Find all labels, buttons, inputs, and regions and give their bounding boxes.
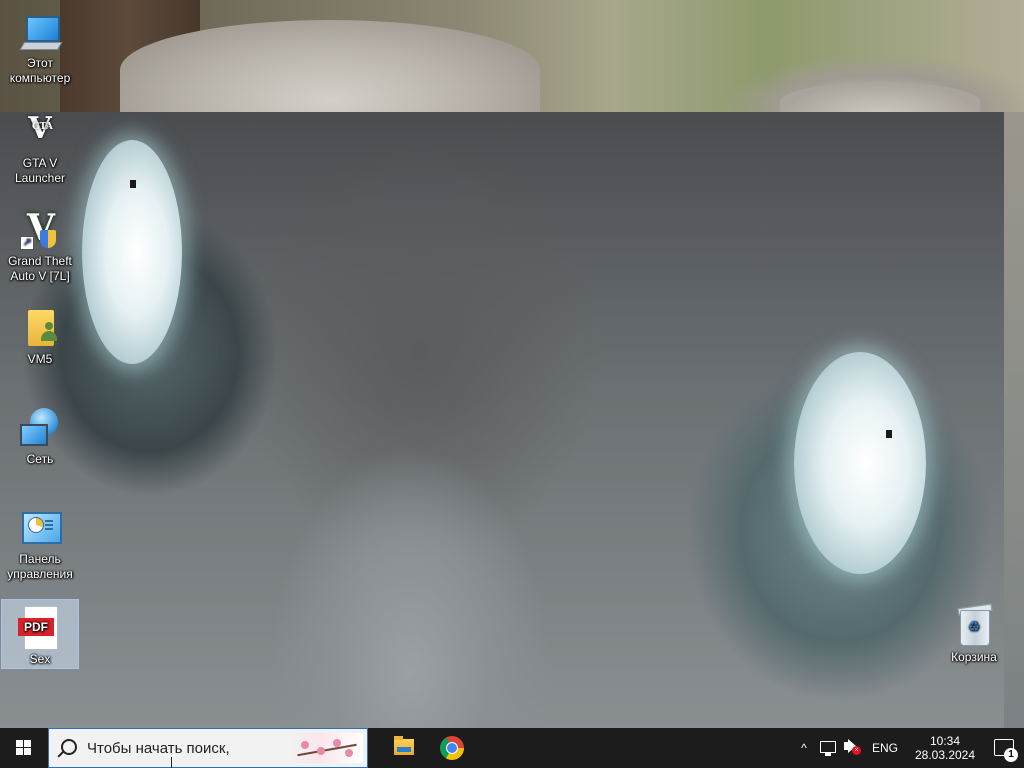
uac-shield-icon — [40, 230, 56, 248]
gta-v-launcher-icon: GTA V — [28, 111, 53, 146]
windows-logo-icon — [16, 740, 32, 756]
computer-icon — [18, 10, 63, 54]
muted-badge-icon: × — [851, 746, 861, 755]
koala-eye-left — [82, 140, 182, 364]
desktop-icon-network[interactable]: Сеть — [2, 400, 78, 467]
desktop-icon-gta-v-launcher[interactable]: GTA V GTA V Launcher — [2, 104, 78, 186]
search-highlight-image — [291, 733, 363, 763]
recycle-bin-icon: ♻ — [952, 603, 996, 648]
action-center-button[interactable]: 1 — [984, 728, 1024, 768]
desktop-icon-label: Корзина — [951, 650, 997, 664]
network-icon — [18, 406, 62, 450]
input-language[interactable]: ENG — [864, 728, 906, 768]
taskbar-file-explorer[interactable] — [380, 728, 428, 768]
tray-volume[interactable]: × — [840, 728, 864, 768]
desktop-icon-gta-v-7l[interactable]: V ↗ Grand Theft Auto V [7L] — [2, 202, 78, 284]
desktop-icon-control-panel[interactable]: Панель управления — [2, 500, 78, 582]
wallpaper-fur — [120, 20, 540, 120]
desktop-icon-label: Панель управления — [7, 552, 73, 581]
notification-count-badge: 1 — [1004, 748, 1018, 762]
taskbar-chrome[interactable] — [428, 728, 476, 768]
desktop-icon-label: Grand Theft Auto V [7L] — [8, 254, 72, 283]
pdf-file-icon: PDF — [18, 606, 62, 650]
chrome-icon — [440, 736, 464, 760]
desktop-icon-recycle-bin[interactable]: ♻ Корзина — [936, 598, 1012, 665]
koala-eye-right — [794, 352, 926, 574]
gta-v-shortcut-icon: V ↗ — [18, 208, 62, 252]
desktop-wallpaper — [0, 0, 1024, 768]
tray-network[interactable] — [816, 728, 840, 768]
desktop-icon-label: GTA V Launcher — [14, 156, 66, 185]
desktop-icon-label: Этот компьютер — [9, 56, 71, 85]
speaker-icon — [843, 739, 856, 753]
network-status-icon — [819, 741, 836, 756]
text-cursor — [171, 757, 172, 768]
tray-clock[interactable]: 10:34 28.03.2024 — [906, 734, 984, 762]
search-input[interactable] — [87, 737, 287, 759]
desktop-icon-this-pc[interactable]: Этот компьютер — [2, 4, 78, 86]
taskbar-search-box[interactable] — [48, 728, 368, 768]
desktop-icon-label: VM5 — [27, 352, 53, 366]
desktop-icon-sex-pdf[interactable]: PDF Sex — [1, 599, 79, 669]
clock-date: 28.03.2024 — [914, 748, 976, 762]
show-hidden-icons-chevron-icon[interactable]: ^ — [792, 728, 816, 768]
control-panel-icon — [18, 506, 62, 550]
pinned-apps — [380, 728, 476, 768]
shortcut-arrow-icon: ↗ — [20, 236, 34, 250]
desktop-icon-label: Sex — [29, 652, 51, 666]
folder-icon — [394, 736, 414, 755]
start-button[interactable] — [0, 728, 48, 768]
taskbar: ^ × ENG 10:34 28.03.2024 1 — [0, 728, 1024, 768]
system-tray: ^ × ENG 10:34 28.03.2024 1 — [792, 728, 1024, 768]
clock-time: 10:34 — [929, 734, 961, 748]
user-folder-icon — [18, 306, 62, 350]
search-icon — [61, 739, 77, 755]
desktop-icon-label: Сеть — [26, 452, 54, 466]
desktop-icon-vm5[interactable]: VM5 — [2, 300, 78, 367]
